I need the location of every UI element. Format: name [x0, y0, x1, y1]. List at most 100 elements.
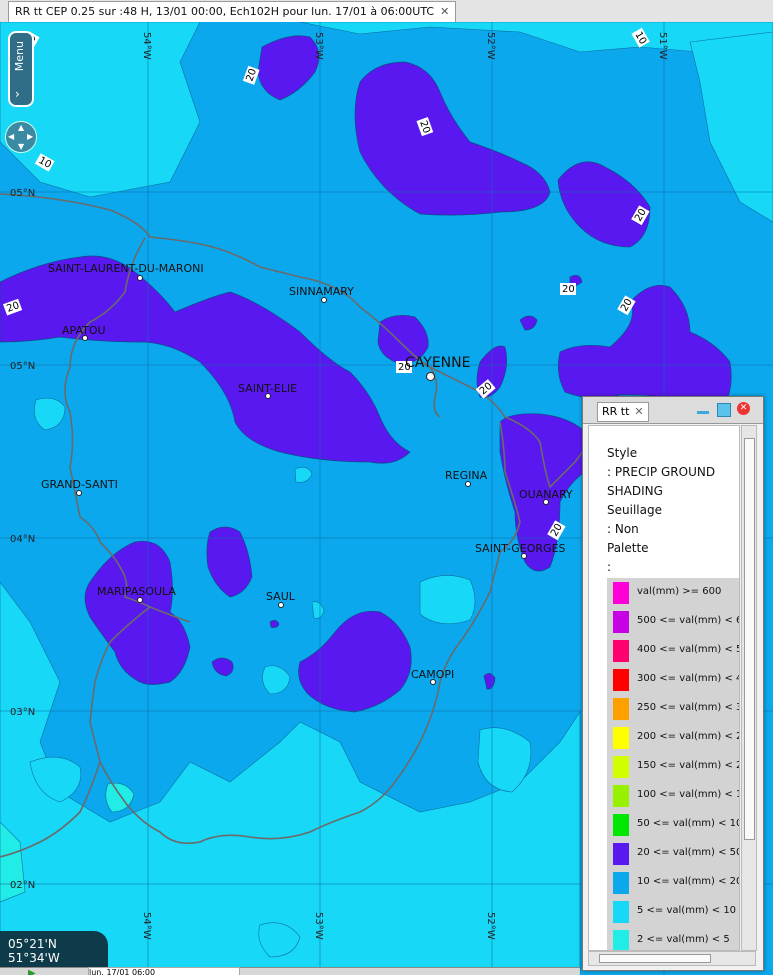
style-line: Style — [607, 446, 638, 460]
menu-button[interactable]: Menu › — [8, 31, 34, 107]
style-info: Style : PRECIP GROUND SHADING Seuillage … — [589, 426, 739, 577]
legend-swatch — [613, 930, 629, 950]
legend-row: 500 <= val(mm) < 600 — [607, 607, 739, 636]
legend-swatch — [613, 611, 629, 633]
close-icon[interactable]: ✕ — [634, 405, 643, 418]
legend-row: 10 <= val(mm) < 20 — [607, 868, 739, 897]
city-marker — [137, 275, 143, 281]
city-label: CAYENNE — [405, 355, 471, 371]
legend-swatch — [613, 756, 629, 778]
legend-swatch — [613, 698, 629, 720]
legend-label: 5 <= val(mm) < 10 — [637, 905, 737, 916]
time-bar: ▶ lun. 17/01 06:00 — [0, 967, 580, 975]
legend-label: 400 <= val(mm) < 500 — [637, 644, 739, 655]
lon-label: 53°W — [313, 32, 324, 60]
legend-label: 2 <= val(mm) < 5 — [637, 934, 730, 945]
city-marker — [321, 297, 327, 303]
style-line: : Non — [607, 522, 639, 536]
map-tab[interactable]: RR tt CEP 0.25 sur :48 H, 13/01 00:00, E… — [8, 1, 457, 22]
map-tab-title: RR tt CEP 0.25 sur :48 H, 13/01 00:00, E… — [15, 5, 435, 18]
play-icon[interactable]: ▶ — [28, 968, 36, 975]
legend-row: 400 <= val(mm) < 500 — [607, 636, 739, 665]
minimize-icon[interactable] — [697, 411, 709, 414]
contour-label: 20 — [562, 284, 575, 295]
color-legend: val(mm) >= 600 500 <= val(mm) < 600 400 <=… — [607, 578, 740, 950]
legend-row: 50 <= val(mm) < 100 — [607, 810, 739, 839]
arrow-down-icon[interactable]: ▼ — [18, 142, 24, 151]
legend-row: 100 <= val(mm) < 150 — [607, 781, 739, 810]
style-line: Palette — [607, 541, 649, 555]
legend-row: 300 <= val(mm) < 400 — [607, 665, 739, 694]
city-marker — [426, 372, 435, 381]
city-marker — [265, 393, 271, 399]
city-marker — [430, 679, 436, 685]
legend-row: 150 <= val(mm) < 200 — [607, 752, 739, 781]
legend-label: 10 <= val(mm) < 20 — [637, 876, 740, 887]
city-marker — [543, 499, 549, 505]
legend-row: 5 <= val(mm) < 10 — [607, 897, 739, 926]
city-marker — [137, 597, 143, 603]
legend-label: 150 <= val(mm) < 200 — [637, 760, 739, 771]
style-line: Seuillage — [607, 503, 662, 517]
menu-label: Menu — [13, 41, 26, 72]
legend-swatch — [613, 901, 629, 923]
legend-row: 250 <= val(mm) < 300 — [607, 694, 739, 723]
legend-row: 200 <= val(mm) < 250 — [607, 723, 739, 752]
panel-header: RR tt ✕ ✕ — [583, 397, 763, 424]
chevron-right-icon: › — [15, 87, 20, 101]
date-field[interactable]: lun. 17/01 06:00 — [88, 967, 240, 975]
legend-swatch — [613, 872, 629, 894]
city-label: SAINT-GEORGES — [475, 542, 566, 555]
legend-row: 2 <= val(mm) < 5 — [607, 926, 739, 950]
city-label: SINNAMARY — [289, 285, 354, 298]
panel-tab-label: RR tt — [602, 405, 630, 418]
lat-label: 04°N — [10, 534, 35, 545]
legend-label: 50 <= val(mm) < 100 — [637, 818, 740, 829]
legend-row: val(mm) >= 600 — [607, 578, 739, 607]
style-line: SHADING — [607, 484, 663, 498]
scroll-thumb[interactable] — [599, 954, 711, 963]
lon-label: 52°W — [485, 912, 496, 940]
legend-swatch — [613, 843, 629, 865]
city-marker — [76, 490, 82, 496]
style-line: : — [607, 560, 612, 574]
city-label: SAINT-LAURENT-DU-MARONI — [48, 262, 204, 275]
city-label: REGINA — [445, 469, 488, 482]
lon-label: 51°W — [657, 32, 668, 60]
legend-label: 200 <= val(mm) < 250 — [637, 731, 739, 742]
lon-label: 54°W — [141, 32, 152, 60]
city-marker — [521, 553, 527, 559]
horizontal-scrollbar[interactable] — [588, 951, 756, 966]
lat-label: 03°N — [10, 707, 35, 718]
maximize-icon[interactable] — [717, 403, 731, 417]
pan-control[interactable]: ▲ ▼ ◀ ▶ — [5, 121, 37, 153]
city-marker — [278, 602, 284, 608]
scroll-thumb[interactable] — [744, 438, 755, 840]
close-icon[interactable]: ✕ — [440, 5, 449, 18]
legend-swatch — [613, 669, 629, 691]
lon-label: 52°W — [485, 32, 496, 60]
close-window-icon[interactable]: ✕ — [737, 402, 750, 415]
lat-label: 05°N — [10, 361, 35, 372]
tab-bar: RR tt CEP 0.25 sur :48 H, 13/01 00:00, E… — [0, 0, 773, 23]
arrow-up-icon[interactable]: ▲ — [18, 123, 24, 132]
legend-swatch — [613, 640, 629, 662]
lon-label: 54°W — [141, 912, 152, 940]
legend-swatch — [613, 814, 629, 836]
panel-tab[interactable]: RR tt ✕ — [597, 402, 649, 422]
style-line: : PRECIP GROUND — [607, 465, 716, 479]
city-label: MARIPASOULA — [97, 585, 176, 598]
arrow-left-icon[interactable]: ◀ — [8, 132, 14, 141]
legend-label: 20 <= val(mm) < 50 — [637, 847, 740, 858]
legend-swatch — [613, 785, 629, 807]
lat-label: 02°N — [10, 880, 35, 891]
arrow-right-icon[interactable]: ▶ — [27, 132, 33, 141]
legend-label: 250 <= val(mm) < 300 — [637, 702, 739, 713]
lat-label: 05°N — [10, 188, 35, 199]
legend-swatch — [613, 582, 629, 604]
city-marker — [82, 335, 88, 341]
legend-swatch — [613, 727, 629, 749]
vertical-scrollbar[interactable] — [741, 425, 757, 951]
city-marker — [465, 481, 471, 487]
legend-label: 100 <= val(mm) < 150 — [637, 789, 739, 800]
